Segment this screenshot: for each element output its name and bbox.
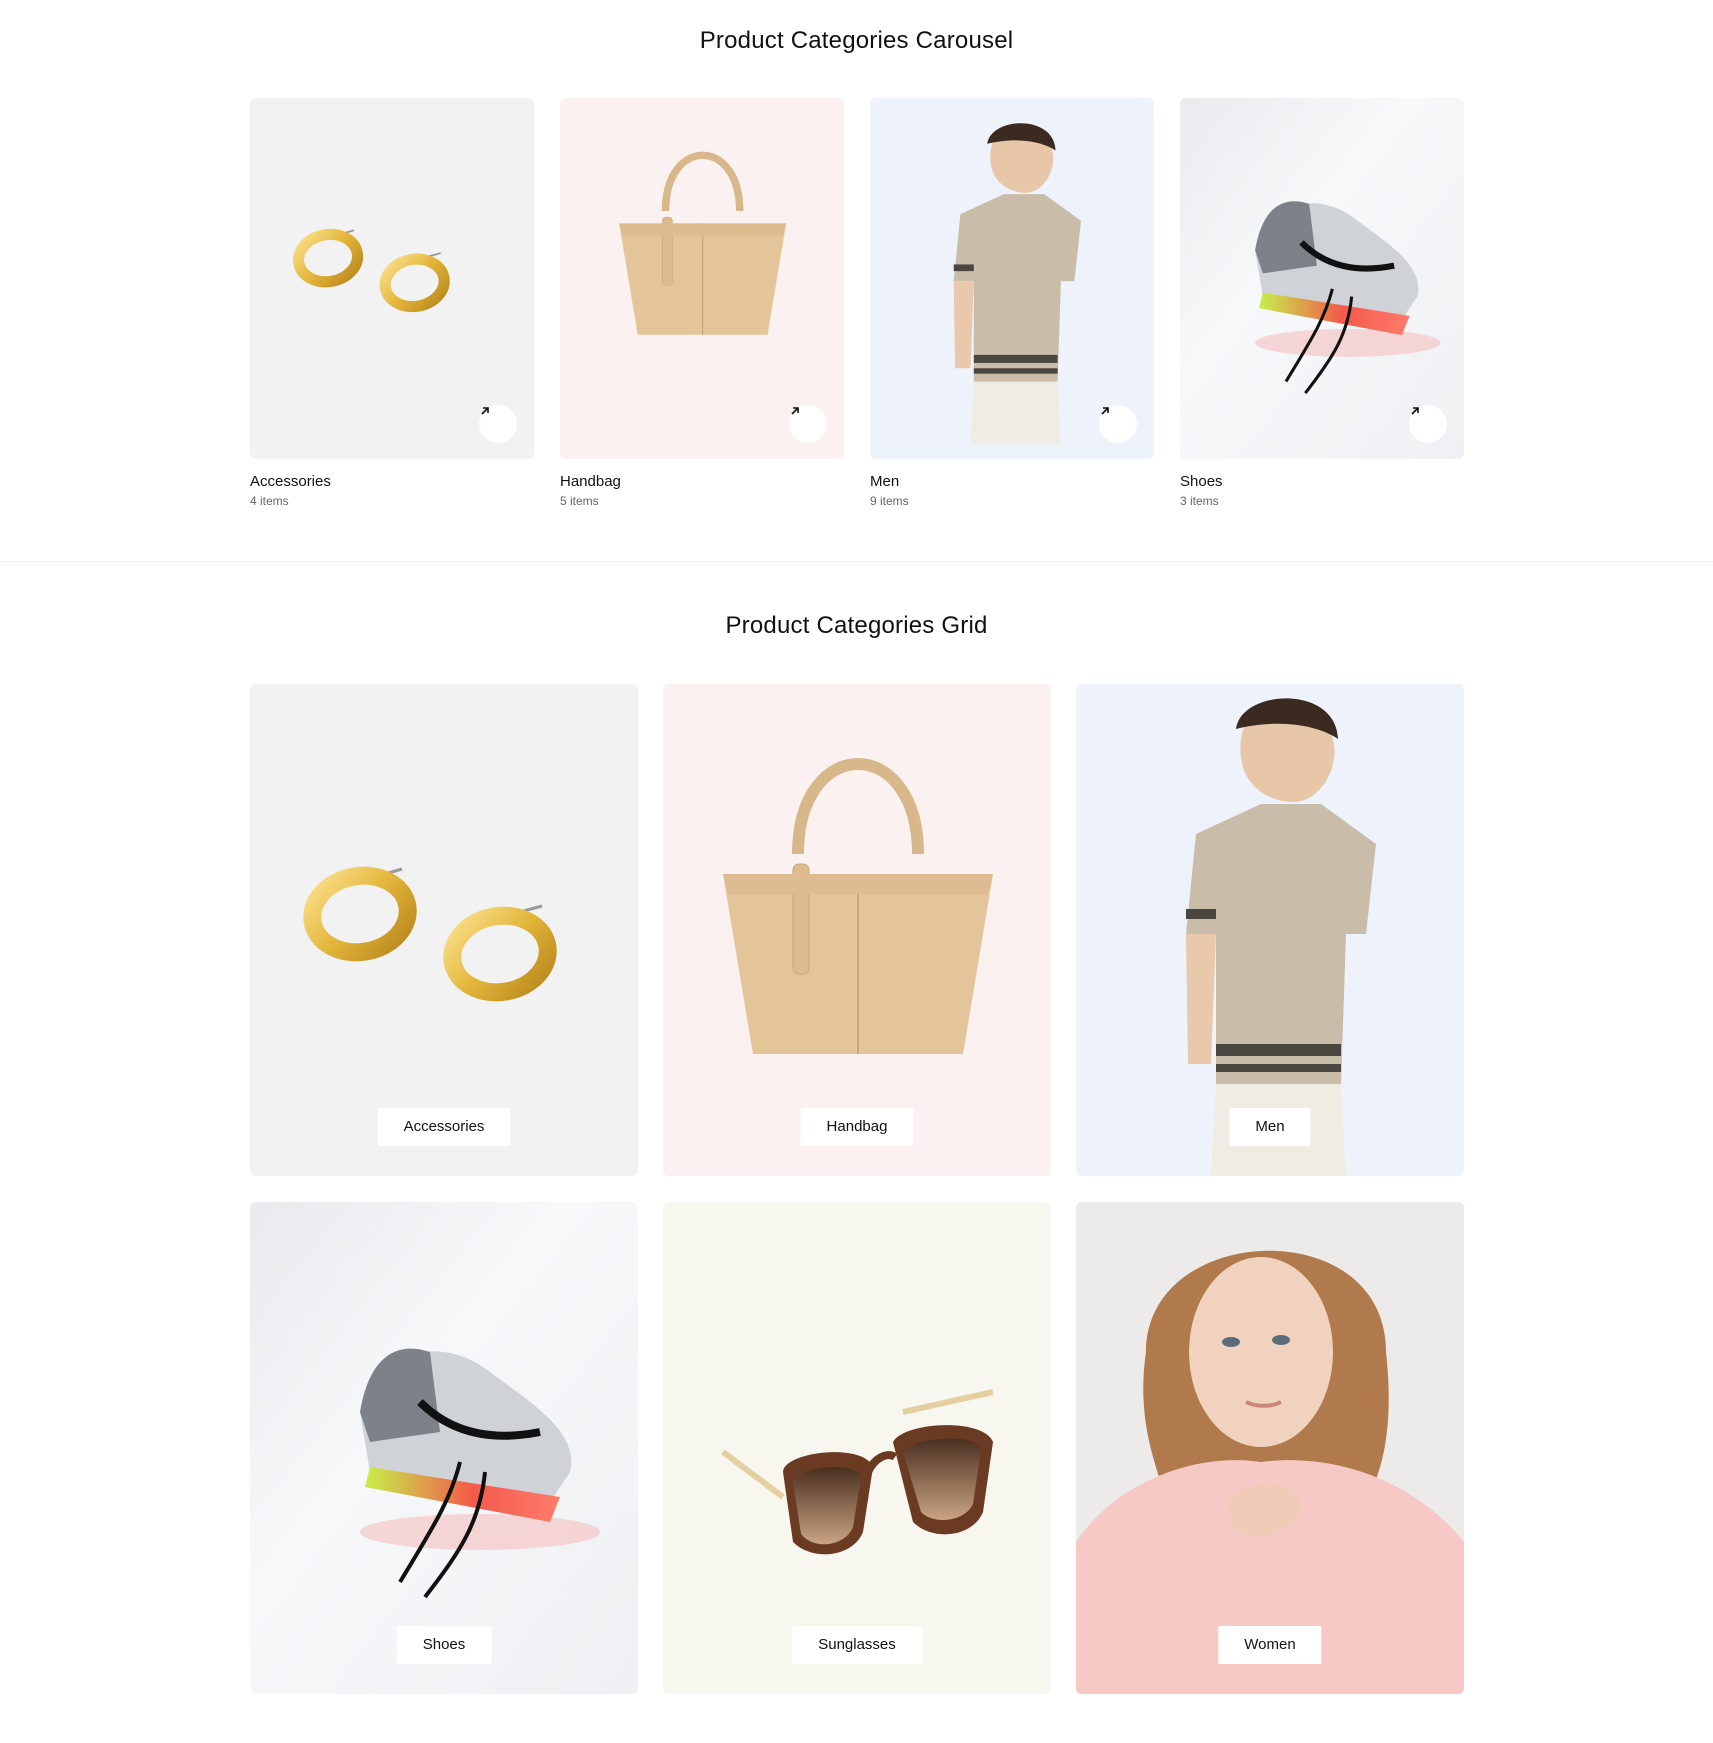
item-count: 9 items xyxy=(870,494,909,508)
arrow-up-right-icon[interactable] xyxy=(789,405,827,443)
grid-card-women[interactable]: Women xyxy=(1076,1202,1464,1694)
grid-card-shoes[interactable]: Shoes xyxy=(250,1202,638,1694)
category-name[interactable]: Accessories xyxy=(250,472,534,492)
grid-card-accessories[interactable]: Accessories xyxy=(250,684,638,1176)
carousel-title: Product Categories Carousel xyxy=(699,27,1014,54)
sneaker-image xyxy=(1180,98,1464,459)
category-label[interactable]: Women xyxy=(1218,1626,1322,1664)
category-name[interactable]: Men xyxy=(870,472,1154,492)
carousel-card-accessories[interactable] xyxy=(250,98,534,459)
arrow-up-right-icon[interactable] xyxy=(1099,405,1137,443)
item-count: 4 items xyxy=(250,494,289,508)
carousel-card-shoes[interactable] xyxy=(1180,98,1464,459)
women-model-image xyxy=(1076,1202,1464,1694)
category-label[interactable]: Handbag xyxy=(800,1108,914,1146)
grid-card-men[interactable]: Men xyxy=(1076,684,1464,1176)
grid-card-sunglasses[interactable]: Sunglasses xyxy=(663,1202,1051,1694)
handbag-image xyxy=(663,684,1051,1176)
earrings-image xyxy=(250,684,638,1176)
carousel-meta-shoes: Shoes 3 items xyxy=(1180,472,1464,510)
arrow-up-right-icon[interactable] xyxy=(479,405,517,443)
section-divider xyxy=(0,561,1713,562)
handbag-image xyxy=(560,98,844,459)
category-label[interactable]: Accessories xyxy=(377,1108,511,1146)
item-count: 3 items xyxy=(1180,494,1219,508)
carousel-meta-accessories: Accessories 4 items xyxy=(250,472,534,510)
carousel-meta-men: Men 9 items xyxy=(870,472,1154,510)
arrow-up-right-icon[interactable] xyxy=(1409,405,1447,443)
carousel-card-handbag[interactable] xyxy=(560,98,844,459)
grid-title: Product Categories Grid xyxy=(725,612,988,639)
carousel-card-men[interactable] xyxy=(870,98,1154,459)
category-label[interactable]: Shoes xyxy=(396,1626,492,1664)
grid-card-handbag[interactable]: Handbag xyxy=(663,684,1051,1176)
men-model-image xyxy=(1076,684,1464,1176)
category-name[interactable]: Handbag xyxy=(560,472,844,492)
earrings-image xyxy=(250,98,534,459)
category-name[interactable]: Shoes xyxy=(1180,472,1464,492)
men-model-image xyxy=(870,98,1154,459)
sunglasses-image xyxy=(663,1202,1051,1694)
sneaker-image xyxy=(250,1202,638,1694)
category-label[interactable]: Sunglasses xyxy=(792,1626,922,1664)
category-label[interactable]: Men xyxy=(1229,1108,1311,1146)
carousel-meta-handbag: Handbag 5 items xyxy=(560,472,844,510)
item-count: 5 items xyxy=(560,494,599,508)
